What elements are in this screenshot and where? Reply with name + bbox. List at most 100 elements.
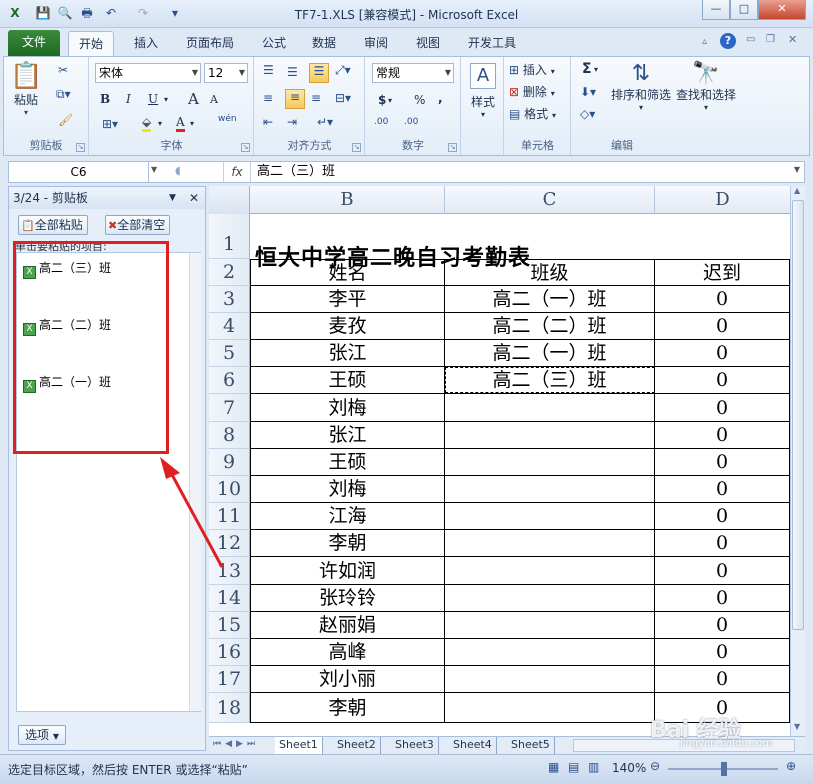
late-cell[interactable]: 0 [655,530,790,557]
help-icon[interactable]: ? [720,33,736,49]
align-bottom-icon[interactable]: ☰ [309,63,329,83]
row-header[interactable]: 8 [209,422,250,449]
tab-file[interactable]: 文件 [8,30,60,56]
late-cell[interactable]: 0 [655,612,790,639]
normal-view-icon[interactable]: ▦ [548,760,559,774]
late-cell[interactable]: 0 [655,394,790,422]
class-cell[interactable] [445,422,655,449]
align-middle-icon[interactable]: ☰ [287,65,298,79]
underline-button[interactable]: U [148,92,158,106]
autosum-dropdown-icon[interactable]: ▾ [594,65,598,74]
clipboard-launcher-icon[interactable]: ↘ [76,143,85,152]
font-size-combo[interactable]: 12 ▼ [204,63,248,83]
currency-dropdown-icon[interactable]: ▾ [388,96,392,105]
class-cell[interactable]: 高二（二）班 [445,313,655,340]
fill-color-dropdown-icon[interactable]: ▾ [158,119,162,128]
pane-options-dropdown-icon[interactable]: ▼ [169,187,176,209]
sheet-tab-5[interactable]: Sheet5 [507,737,555,754]
minimize-ribbon-icon[interactable]: ▵ [702,36,707,47]
row-header[interactable]: 1 [209,214,250,259]
tab-review[interactable]: 审阅 [354,31,398,56]
class-cell[interactable] [445,612,655,639]
table-title[interactable]: 恒大中学高二晚自习考勤表 [255,240,531,272]
row-header[interactable]: 14 [209,585,250,612]
class-cell[interactable] [445,639,655,666]
zoom-level[interactable]: 140% [612,761,646,775]
align-left-icon[interactable]: ≡ [263,91,273,105]
column-header-b[interactable]: B [250,186,445,214]
name-cell[interactable]: 李朝 [250,530,445,557]
page-break-view-icon[interactable]: ▥ [588,760,599,774]
phonetic-button[interactable]: wén [218,114,237,124]
underline-dropdown-icon[interactable]: ▾ [164,95,168,104]
name-cell[interactable]: 江海 [250,503,445,530]
name-cell[interactable]: 张江 [250,340,445,367]
late-cell[interactable]: 0 [655,449,790,476]
wrap-text-icon[interactable]: ↵▾ [317,115,333,129]
tab-home[interactable]: 开始 [68,31,115,56]
sheet-tab-1[interactable]: Sheet1 [275,737,323,754]
font-color-button[interactable]: A [176,115,185,132]
vertical-scrollbar[interactable]: ▲ ▼ [790,186,805,736]
name-cell[interactable]: 张江 [250,422,445,449]
minimize-button[interactable]: — [702,0,730,20]
workbook-restore-icon[interactable]: ❐ [766,34,775,45]
class-cell[interactable] [445,666,655,693]
grow-font-button[interactable]: A [188,90,199,108]
row-header[interactable]: 6 [209,367,250,394]
tab-insert[interactable]: 插入 [124,31,168,56]
tab-developer[interactable]: 开发工具 [458,31,526,56]
pane-close-icon[interactable]: ✕ [189,187,199,209]
column-header-c[interactable]: C [445,186,655,214]
late-cell[interactable]: 0 [655,422,790,449]
paste-button[interactable]: 📋 粘贴 ▾ [10,61,42,117]
currency-button[interactable]: $ [378,93,386,107]
options-button[interactable]: 选项 ▼ [18,725,66,745]
class-cell[interactable] [445,476,655,503]
name-box[interactable]: C6 [9,162,149,182]
align-right-icon[interactable]: ≡ [311,91,321,105]
scroll-up-icon[interactable]: ▲ [794,186,800,195]
sheet-tab-4[interactable]: Sheet4 [449,737,497,754]
font-name-combo[interactable]: 宋体 ▼ [95,63,201,83]
format-cells-button[interactable]: ▤ 格式 ▾ [509,105,556,122]
border-icon[interactable]: ⊞▾ [102,117,118,131]
font-color-dropdown-icon[interactable]: ▾ [190,119,194,128]
tab-data[interactable]: 数据 [302,31,346,56]
styles-button[interactable]: A 样式 ▾ [466,63,500,119]
row-header[interactable]: 15 [209,612,250,639]
tab-view[interactable]: 视图 [406,31,450,56]
late-cell[interactable]: 0 [655,666,790,693]
late-cell[interactable]: 0 [655,313,790,340]
decrease-indent-icon[interactable]: ⇤ [263,115,273,129]
orientation-icon[interactable]: ⤢▾ [335,63,351,78]
shrink-font-button[interactable]: A [210,93,218,106]
sort-filter-button[interactable]: ⇅ 排序和筛选 ▾ [610,61,672,112]
clear-all-button[interactable]: ✖全部清空 [105,215,171,235]
name-cell[interactable]: 张玲铃 [250,585,445,612]
workbook-close-icon[interactable]: ✕ [788,33,797,46]
row-header[interactable]: 3 [209,286,250,313]
class-cell[interactable]: 高二（一）班 [445,286,655,313]
font-launcher-icon[interactable]: ↘ [241,143,250,152]
name-cell[interactable]: 李朝 [250,693,445,723]
format-painter-icon[interactable]: 🖌 [58,113,73,127]
zoom-in-icon[interactable]: ⊕ [786,759,796,773]
expand-formula-bar-icon[interactable]: ▼ [794,165,800,174]
close-button[interactable]: ✕ [758,0,806,20]
class-cell[interactable] [445,693,655,723]
insert-function-button[interactable]: fx [223,162,251,182]
row-header[interactable]: 17 [209,666,250,693]
late-cell[interactable]: 0 [655,286,790,313]
sheet-nav-arrows-icon[interactable]: ⏮◀▶⏭ [213,739,259,749]
row-header[interactable]: 4 [209,313,250,340]
tab-page-layout[interactable]: 页面布局 [176,31,244,56]
name-cell[interactable]: 刘梅 [250,476,445,503]
column-header-d[interactable]: D [655,186,790,214]
row-header[interactable]: 16 [209,639,250,666]
class-cell[interactable] [445,503,655,530]
class-cell[interactable] [445,557,655,585]
copy-icon[interactable]: ⧉▾ [56,87,71,102]
vertical-scroll-thumb[interactable] [792,200,804,630]
scroll-down-icon[interactable]: ▼ [794,722,800,731]
